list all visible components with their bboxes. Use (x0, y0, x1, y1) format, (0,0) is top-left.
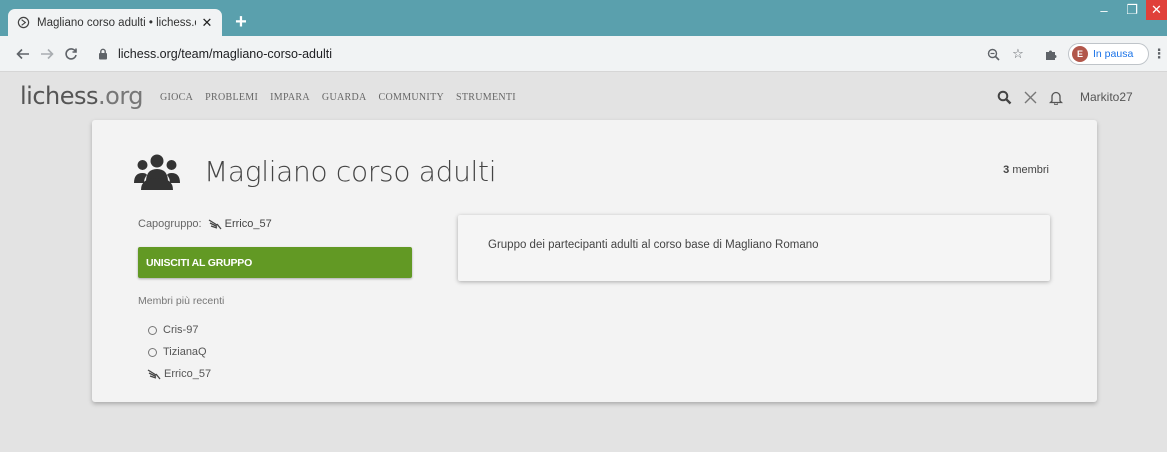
more-menu-icon[interactable]: ⋮ (1153, 46, 1166, 62)
nav-impara[interactable]: IMPARA (270, 92, 310, 103)
list-item[interactable]: Cris-97 (148, 319, 211, 341)
browser-tab[interactable]: Magliano corso adulti • lichess.o ✕ (8, 9, 222, 36)
back-arrow-icon[interactable] (14, 45, 32, 63)
extensions-puzzle-icon[interactable] (1042, 46, 1058, 62)
nav-guarda[interactable]: GUARDA (322, 92, 367, 103)
member-name[interactable]: TizianaQ (163, 346, 207, 358)
list-item[interactable]: TizianaQ (148, 341, 211, 363)
team-leader: Capogruppo: Errico_57 (138, 218, 272, 230)
site-header: lichess.org GIOCA PROBLEMI IMPARA GUARDA… (0, 72, 1167, 122)
team-group-icon (134, 154, 180, 190)
profile-status: In pausa (1093, 48, 1134, 60)
members-count[interactable]: 3 membri (1003, 164, 1049, 176)
challenge-swords-icon[interactable] (1021, 88, 1039, 106)
nav-strumenti[interactable]: STRUMENTI (456, 92, 516, 103)
window-close-icon[interactable]: ✕ (1146, 0, 1167, 20)
nav-community[interactable]: COMMUNITY (379, 92, 444, 103)
bookmark-star-icon[interactable]: ☆ (1010, 46, 1026, 62)
team-description: Gruppo dei partecipanti adulti al corso … (458, 215, 1050, 281)
window-maximize-icon[interactable]: ❐ (1118, 0, 1146, 20)
site-logo[interactable]: lichess.org (20, 82, 144, 110)
nav-problemi[interactable]: PROBLEMI (205, 92, 258, 103)
user-menu[interactable]: Markito27 (1080, 90, 1133, 104)
member-name[interactable]: Cris-97 (163, 324, 198, 336)
window-minimize-icon[interactable]: – (1090, 0, 1118, 20)
recent-members-list: Cris-97 TizianaQ Errico_57 (147, 319, 211, 385)
join-team-button[interactable]: UNISCITI AL GRUPPO (138, 247, 412, 278)
list-item[interactable]: Errico_57 (147, 363, 211, 385)
leader-label: Capogruppo: (138, 218, 202, 230)
page-title: Magliano corso adulti (204, 154, 497, 188)
notification-bell-icon[interactable] (1047, 88, 1065, 106)
zoom-icon[interactable] (985, 46, 1001, 62)
reload-icon[interactable] (62, 45, 80, 63)
leader-link[interactable]: Errico_57 (225, 218, 272, 230)
tab-title: Magliano corso adulti • lichess.o (37, 16, 196, 29)
offline-circle-icon (148, 325, 157, 335)
new-tab-plus-icon[interactable]: + (230, 11, 252, 33)
lock-icon (98, 48, 110, 60)
team-heading: Magliano corso adulti (134, 152, 496, 190)
top-nav: GIOCA PROBLEMI IMPARA GUARDA COMMUNITY S… (160, 92, 528, 103)
profile-button[interactable]: E In pausa (1068, 43, 1149, 65)
browser-tabstrip: Magliano corso adulti • lichess.o ✕ + – … (0, 0, 1167, 36)
patron-wings-icon (208, 218, 222, 229)
browser-toolbar: lichess.org/team/magliano-corso-adulti ☆… (0, 36, 1167, 72)
url-text: lichess.org/team/magliano-corso-adulti (118, 47, 332, 61)
address-bar[interactable]: lichess.org/team/magliano-corso-adulti (86, 41, 990, 67)
lichess-favicon-icon (16, 16, 30, 30)
nav-gioca[interactable]: GIOCA (160, 92, 193, 103)
recent-members-label: Membri più recenti (138, 295, 225, 307)
team-box: Magliano corso adulti 3 membri Capogrupp… (92, 120, 1097, 402)
avatar: E (1072, 46, 1088, 62)
search-icon[interactable] (995, 88, 1013, 106)
patron-wings-icon (147, 368, 161, 379)
member-name[interactable]: Errico_57 (164, 368, 211, 380)
tab-close-icon[interactable]: ✕ (200, 15, 214, 30)
forward-arrow-icon[interactable] (38, 45, 56, 63)
offline-circle-icon (148, 347, 157, 357)
